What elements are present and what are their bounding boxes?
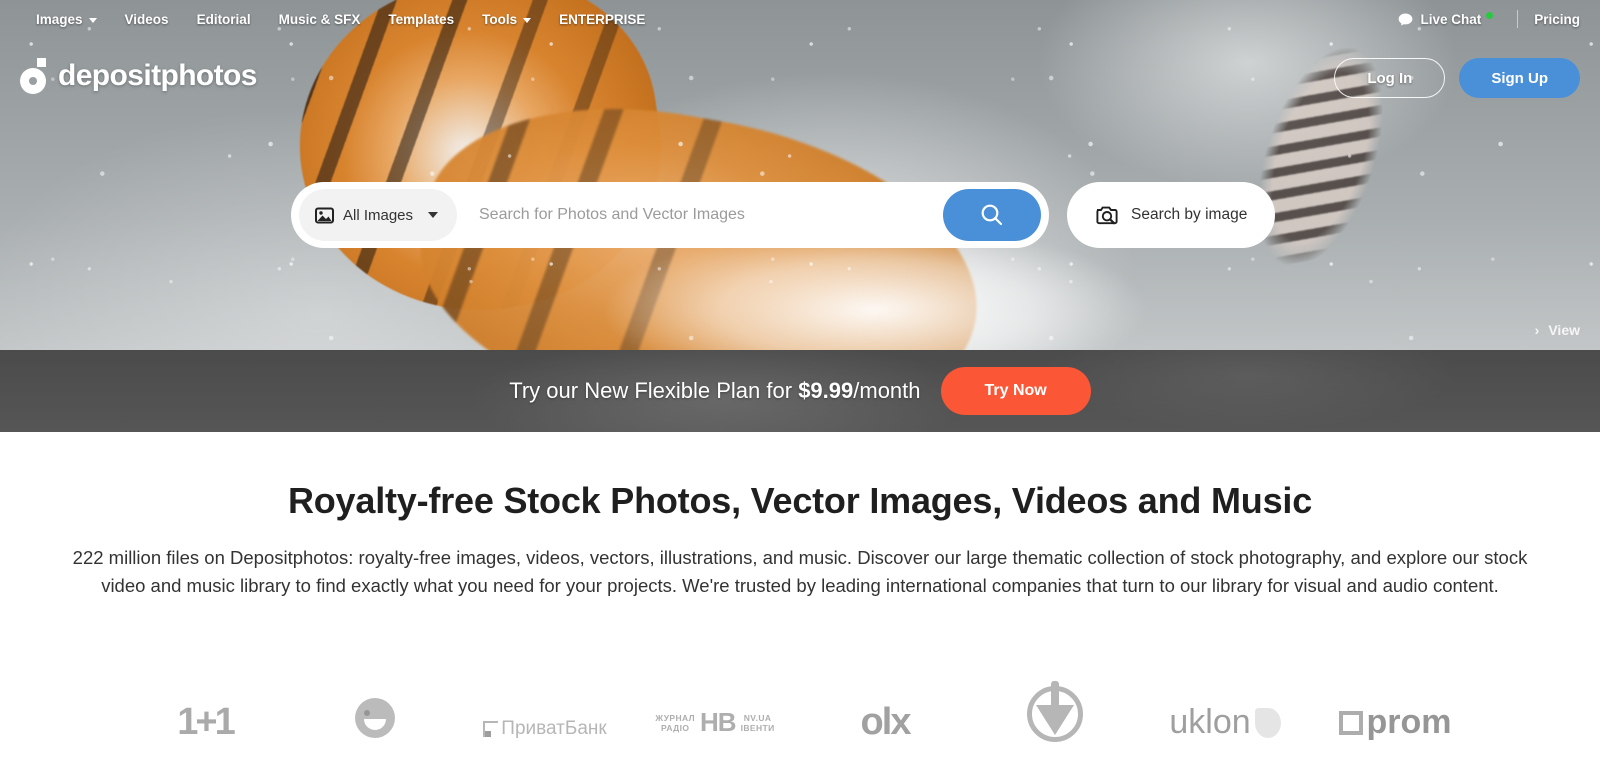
hero-banner: Images Videos Editorial Music & SFX Temp… xyxy=(0,0,1600,350)
client-logo-1plus1: 1+1 xyxy=(120,674,290,744)
hero-background-photo xyxy=(0,0,1600,350)
logo-square-shape xyxy=(37,58,46,67)
primary-nav: Images Videos Editorial Music & SFX Temp… xyxy=(22,12,659,27)
client-logo-prom-lockup: prom xyxy=(1338,703,1452,742)
privatbank-mark-icon xyxy=(483,721,499,737)
promo-message: Try our New Flexible Plan for $9.99/mont… xyxy=(509,378,920,404)
nav-label-images: Images xyxy=(36,11,83,27)
search-by-image-button[interactable]: Search by image xyxy=(1067,182,1276,248)
tiger-head-graphic xyxy=(278,0,682,334)
chevron-down-icon xyxy=(523,17,532,23)
nv-text-right-bottom: ІВЕНТИ xyxy=(740,722,775,733)
client-logo-olx-text: olx xyxy=(860,701,912,743)
shield-arrow-icon xyxy=(1027,686,1083,742)
log-in-button[interactable]: Log In xyxy=(1334,58,1446,98)
brand-name: depositphotos xyxy=(58,59,257,92)
chat-bubble-icon xyxy=(1399,13,1413,25)
promo-banner: Try our New Flexible Plan for $9.99/mont… xyxy=(0,350,1600,432)
client-logo-privatbank: ПриватБанк xyxy=(460,674,630,744)
winking-smiley-icon xyxy=(355,698,395,738)
client-logo-uklon: uklon xyxy=(1140,674,1310,744)
nav-label-templates: Templates xyxy=(388,11,455,27)
nv-left-text: ЖУРНАЛ РАДІО xyxy=(655,713,695,733)
client-logo-prom-text: prom xyxy=(1366,703,1452,741)
chevron-down-icon xyxy=(428,212,439,218)
category-label: All Images xyxy=(343,206,414,224)
try-now-button[interactable]: Try Now xyxy=(940,367,1091,415)
search-bar: All Images xyxy=(291,182,1049,248)
nv-text-top: ЖУРНАЛ xyxy=(655,712,696,723)
nv-right-text: NV.UA ІВЕНТИ xyxy=(741,713,775,733)
search-by-image-label: Search by image xyxy=(1131,206,1248,223)
nav-divider xyxy=(1517,10,1519,28)
client-logo-uklon-lockup: uklon xyxy=(1169,703,1281,742)
nav-label-enterprise: ENTERPRISE xyxy=(559,11,646,27)
nv-text-right-top: NV.UA xyxy=(743,712,772,723)
camera-search-icon xyxy=(1096,206,1118,224)
auth-actions: Log In Sign Up xyxy=(1334,58,1580,98)
prom-square-icon xyxy=(1338,710,1363,735)
client-logos-row: 1+1 ПриватБанк ЖУРНАЛ РАДІО НВ NV.UA ІВЕ… xyxy=(0,674,1600,744)
client-logo-shield xyxy=(970,674,1140,744)
hero-view-link[interactable]: › View xyxy=(1535,322,1580,338)
client-logo-nv-lockup: ЖУРНАЛ РАДІО НВ NV.UA ІВЕНТИ xyxy=(655,707,774,738)
nav-item-tools[interactable]: Tools xyxy=(468,12,545,27)
nav-item-music-sfx[interactable]: Music & SFX xyxy=(265,12,375,27)
promo-price: $9.99 xyxy=(798,378,854,403)
client-logo-privatbank-lockup: ПриватБанк xyxy=(483,718,607,740)
logo-circle-shape xyxy=(20,68,46,94)
category-dropdown[interactable]: All Images xyxy=(299,189,457,241)
nv-text-bottom: РАДІО xyxy=(661,722,690,733)
search-area: All Images Search by image xyxy=(291,182,1276,248)
search-input[interactable] xyxy=(457,206,943,224)
client-logo-privatbank-text: ПриватБанк xyxy=(501,718,607,739)
nv-monogram: НВ xyxy=(700,707,737,737)
search-submit-button[interactable] xyxy=(943,189,1041,241)
top-right-actions: Live Chat Pricing xyxy=(1398,10,1580,28)
client-logo-smile xyxy=(290,674,460,744)
online-status-dot-icon xyxy=(1486,12,1494,19)
nav-item-templates[interactable]: Templates xyxy=(374,12,468,27)
top-navigation-bar: Images Videos Editorial Music & SFX Temp… xyxy=(0,0,1600,38)
nav-item-editorial[interactable]: Editorial xyxy=(183,12,265,27)
client-logo-nv: ЖУРНАЛ РАДІО НВ NV.UA ІВЕНТИ xyxy=(630,674,800,744)
nav-label-tools: Tools xyxy=(482,11,518,27)
search-icon xyxy=(981,204,1003,226)
live-chat-button[interactable]: Live Chat xyxy=(1398,12,1501,27)
client-logo-prom: prom xyxy=(1310,674,1480,744)
chevron-right-icon: › xyxy=(1534,322,1540,338)
main-content: Royalty-free Stock Photos, Vector Images… xyxy=(0,432,1600,744)
nav-label-music-sfx: Music & SFX xyxy=(278,11,361,27)
pricing-link[interactable]: Pricing xyxy=(1534,12,1580,27)
nav-label-videos: Videos xyxy=(124,11,169,27)
nav-item-videos[interactable]: Videos xyxy=(111,12,183,27)
image-icon xyxy=(315,207,334,223)
nav-item-enterprise[interactable]: ENTERPRISE xyxy=(545,12,659,27)
depositphotos-mark-icon xyxy=(20,58,48,94)
sign-up-button[interactable]: Sign Up xyxy=(1459,58,1580,98)
brand-logo[interactable]: depositphotos xyxy=(20,58,257,94)
page-description: 222 million files on Depositphotos: roya… xyxy=(72,547,1528,596)
nav-label-editorial: Editorial xyxy=(196,11,251,27)
nav-item-images[interactable]: Images xyxy=(22,12,111,27)
tiger-tail-graphic xyxy=(1126,0,1504,350)
promo-suffix: /month xyxy=(853,378,921,403)
promo-prefix: Try our New Flexible Plan for xyxy=(509,378,799,403)
hero-view-label: View xyxy=(1548,322,1580,338)
client-logo-uklon-text: uklon xyxy=(1169,703,1251,741)
client-logo-1plus1-text: 1+1 xyxy=(177,701,235,743)
uklon-drop-icon xyxy=(1254,708,1281,738)
live-chat-label: Live Chat xyxy=(1420,11,1482,27)
page-title: Royalty-free Stock Photos, Vector Images… xyxy=(287,480,1313,521)
client-logo-olx: olx xyxy=(800,674,970,744)
chevron-down-icon xyxy=(88,17,97,23)
